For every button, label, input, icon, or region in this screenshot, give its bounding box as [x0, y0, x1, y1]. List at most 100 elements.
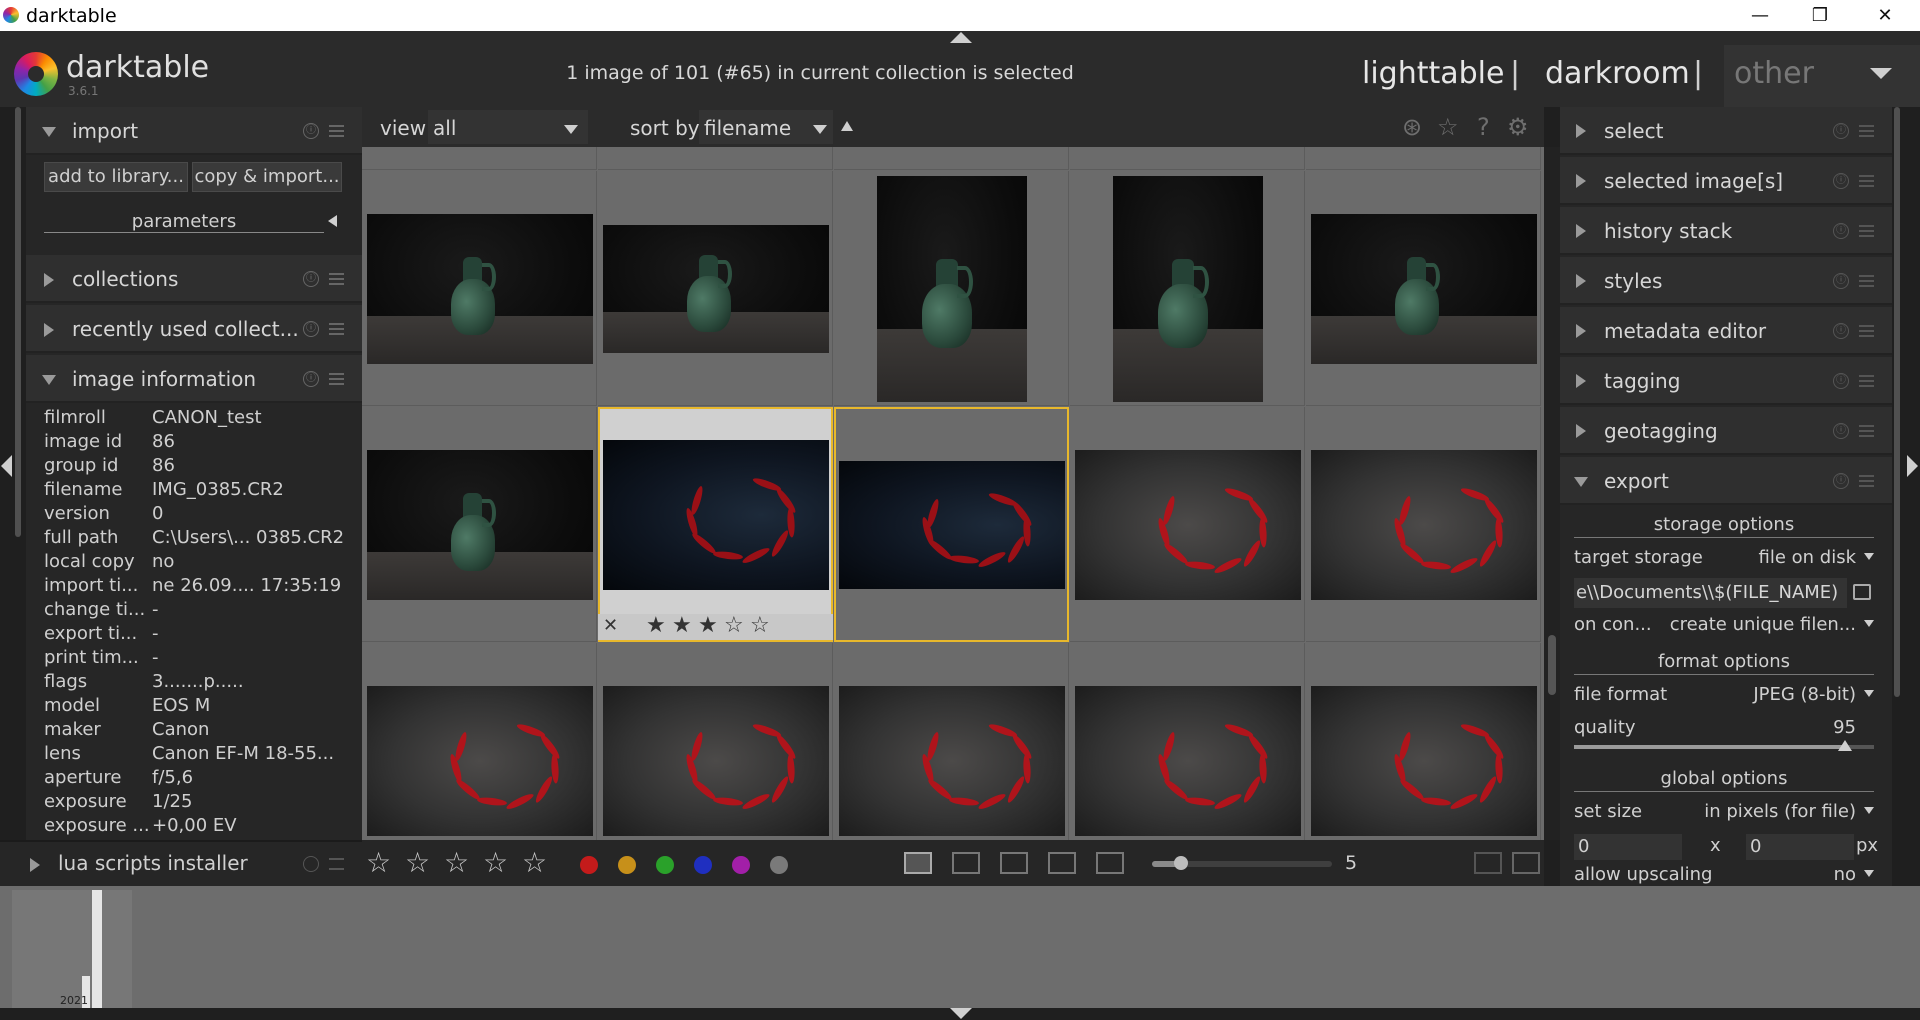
target-storage-combobox[interactable]: target storage file on disk: [1574, 547, 1874, 568]
sort-dropdown[interactable]: filename: [699, 110, 833, 144]
thumbnail-image[interactable]: [1310, 213, 1537, 364]
thumbnail-star-icon[interactable]: ☆: [724, 613, 744, 638]
thumbnail-image[interactable]: [1310, 685, 1537, 836]
rating-star-2[interactable]: ☆: [405, 846, 430, 879]
thumbnail-image[interactable]: [1074, 449, 1301, 600]
height-input[interactable]: 0: [1746, 834, 1854, 860]
thumbnail-cell[interactable]: [598, 643, 833, 840]
info-icon[interactable]: [303, 856, 319, 872]
thumbnail-image[interactable]: [1112, 175, 1263, 402]
info-icon[interactable]: ⓘ: [303, 271, 319, 287]
presets-menu-icon[interactable]: [329, 373, 344, 385]
color-label-green-icon[interactable]: [656, 856, 674, 874]
module-export-header[interactable]: export ⓘ: [1560, 457, 1892, 505]
view-other-dropdown[interactable]: other: [1724, 45, 1920, 107]
thumbnail-image[interactable]: [838, 685, 1065, 836]
thumbnail-image[interactable]: [1074, 685, 1301, 836]
zoom-value[interactable]: 5: [1345, 852, 1357, 874]
color-label-yellow-icon[interactable]: [618, 856, 636, 874]
set-size-combobox[interactable]: set size in pixels (for file): [1574, 801, 1874, 822]
rating-star-3[interactable]: ☆: [444, 846, 469, 879]
thumbnail-cell[interactable]: [1306, 147, 1541, 170]
scrollbar-thumb[interactable]: [1548, 635, 1556, 695]
presets-menu-icon[interactable]: [329, 858, 344, 870]
presets-menu-icon[interactable]: [329, 273, 344, 285]
thumbnail-image[interactable]: [838, 460, 1065, 589]
rating-star-5[interactable]: ☆: [522, 846, 547, 879]
right-panel-scrollbar[interactable]: [1894, 107, 1900, 697]
zoomable-layout-icon[interactable]: [952, 852, 980, 874]
on-conflict-combobox[interactable]: on con... create unique filen...: [1574, 614, 1874, 635]
presets-menu-icon[interactable]: [1859, 275, 1874, 287]
thumbnail-cell[interactable]: [1306, 407, 1541, 642]
culling-fixed-icon[interactable]: [1000, 852, 1028, 874]
thumbnail-image[interactable]: [602, 224, 829, 353]
sort-order-icon[interactable]: [841, 121, 853, 131]
copy-import-button[interactable]: copy & import...: [192, 162, 342, 192]
presets-menu-icon[interactable]: [1859, 425, 1874, 437]
close-button[interactable]: ✕: [1862, 0, 1908, 31]
module-metadata-editor-header[interactable]: metadata editor ⓘ: [1560, 307, 1892, 355]
thumbnail-cell[interactable]: [598, 171, 833, 406]
module-history-stack-header[interactable]: history stack ⓘ: [1560, 207, 1892, 255]
thumbnail-cell[interactable]: [834, 643, 1069, 840]
presets-menu-icon[interactable]: [1859, 225, 1874, 237]
thumbnail-cell[interactable]: ✕ ★ ★ ★ ☆ ☆: [598, 407, 833, 642]
filemanager-layout-icon[interactable]: [904, 852, 932, 874]
display-profile-icon[interactable]: [1512, 852, 1540, 874]
thumbnail-image[interactable]: [1310, 449, 1537, 600]
module-geotagging-header[interactable]: geotagging ⓘ: [1560, 407, 1892, 455]
quality-slider-row[interactable]: quality 95: [1574, 717, 1874, 738]
collapse-right-arrow-icon[interactable]: [1907, 455, 1918, 477]
collapse-left-arrow-icon[interactable]: [1, 455, 12, 477]
color-label-red-icon[interactable]: [580, 856, 598, 874]
maximize-button[interactable]: ❐: [1797, 0, 1843, 31]
color-label-blue-icon[interactable]: [694, 856, 712, 874]
info-icon[interactable]: ⓘ: [1833, 173, 1849, 189]
module-import-header[interactable]: import ⓘ: [26, 107, 362, 155]
module-styles-header[interactable]: styles ⓘ: [1560, 257, 1892, 305]
full-preview-icon[interactable]: [1096, 852, 1124, 874]
info-icon[interactable]: ⓘ: [1833, 123, 1849, 139]
thumbnail-cell[interactable]: [1070, 407, 1305, 642]
collapse-bottom-arrow-icon[interactable]: [950, 1008, 972, 1019]
info-icon[interactable]: ⓘ: [1833, 373, 1849, 389]
thumbnail-cell[interactable]: [362, 171, 597, 406]
thumbnail-image[interactable]: [366, 685, 593, 836]
minimize-button[interactable]: —: [1737, 0, 1783, 31]
thumbnail-cell[interactable]: [362, 147, 597, 170]
color-labels-icon[interactable]: ⊛: [1402, 113, 1422, 141]
color-label-purple-icon[interactable]: [732, 856, 750, 874]
presets-menu-icon[interactable]: [1859, 375, 1874, 387]
timeline[interactable]: [0, 886, 1920, 1008]
presets-menu-icon[interactable]: [329, 125, 344, 137]
thumbnail-cell[interactable]: [834, 147, 1069, 170]
thumbnail-star-icon[interactable]: ★: [698, 613, 718, 638]
thumbnail-cell[interactable]: [1306, 171, 1541, 406]
thumbnail-cell[interactable]: [1070, 147, 1305, 170]
rating-star-1[interactable]: ☆: [366, 846, 391, 879]
help-icon[interactable]: ?: [1477, 113, 1490, 141]
module-lua-scripts-header[interactable]: lua scripts installer: [0, 840, 362, 886]
thumbnail-cell[interactable]: [362, 407, 597, 642]
collapse-top-arrow-icon[interactable]: [950, 32, 972, 43]
width-input[interactable]: 0: [1574, 834, 1682, 860]
info-icon[interactable]: ⓘ: [1833, 473, 1849, 489]
module-selected-image-s-header[interactable]: selected image[s] ⓘ: [1560, 157, 1892, 205]
thumbnail-star-icon[interactable]: ★: [646, 613, 666, 638]
module-recently-used-header[interactable]: recently used collect... ⓘ: [26, 305, 362, 353]
grid-scrollbar[interactable]: [1544, 147, 1560, 840]
thumbnail-cell[interactable]: [834, 171, 1069, 406]
info-icon[interactable]: ⓘ: [1833, 223, 1849, 239]
presets-menu-icon[interactable]: [1859, 125, 1874, 137]
info-icon[interactable]: ⓘ: [303, 321, 319, 337]
lighttable-grid[interactable]: ✕ ★ ★ ★ ☆ ☆: [362, 147, 1544, 840]
thumbnail-image[interactable]: [876, 175, 1027, 402]
thumbnail-cell[interactable]: [598, 147, 833, 170]
export-path-input[interactable]: e\\Documents\\$(FILE_NAME): [1574, 578, 1847, 608]
module-collections-header[interactable]: collections ⓘ: [26, 255, 362, 303]
thumbnail-cell[interactable]: [1306, 643, 1541, 840]
view-lighttable[interactable]: lighttable: [1362, 56, 1504, 91]
info-icon[interactable]: ⓘ: [303, 123, 319, 139]
view-darkroom[interactable]: darkroom: [1545, 56, 1690, 91]
